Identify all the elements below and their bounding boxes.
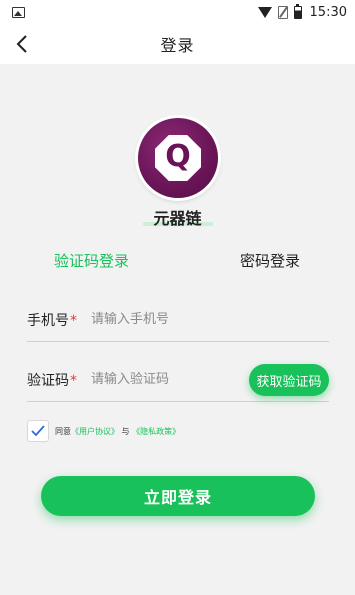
- logo-octagon: Q: [155, 135, 201, 181]
- code-label: 验证码*: [27, 370, 91, 390]
- get-code-button[interactable]: 获取验证码: [249, 364, 329, 396]
- wifi-icon: [257, 6, 272, 18]
- page-title: 登录: [160, 36, 195, 55]
- image-icon: [12, 6, 25, 18]
- status-bar: 15:30: [0, 0, 355, 24]
- sim-icon: [277, 5, 288, 19]
- agreement-checkbox[interactable]: [27, 420, 49, 442]
- required-mark: *: [70, 372, 77, 389]
- tab-sms-login[interactable]: 验证码登录: [54, 250, 129, 271]
- logo-circle: Q: [138, 118, 218, 198]
- tab-password-login[interactable]: 密码登录: [240, 250, 300, 271]
- phone-label: 手机号*: [27, 310, 91, 330]
- code-field-row: 验证码* 获取验证码: [27, 358, 329, 402]
- login-button[interactable]: 立即登录: [41, 476, 315, 516]
- agreement-prefix: 同意: [55, 426, 71, 436]
- logo-letter: Q: [165, 139, 191, 174]
- battery-icon: [293, 3, 302, 19]
- agreement-text: 同意《用户协议》 与 《隐私政策》: [55, 426, 180, 437]
- code-label-text: 验证码: [27, 372, 69, 389]
- back-button[interactable]: [10, 32, 34, 56]
- user-agreement-link[interactable]: 《用户协议》: [71, 427, 119, 436]
- check-icon: [31, 425, 45, 437]
- app-name: 元器链: [153, 209, 202, 228]
- agreement-row: 同意《用户协议》 与 《隐私政策》: [27, 419, 180, 443]
- phone-field-row: 手机号*: [27, 298, 329, 342]
- required-mark: *: [70, 312, 77, 329]
- status-time: 15:30: [309, 4, 347, 20]
- privacy-policy-link[interactable]: 《隐私政策》: [132, 427, 180, 436]
- phone-input[interactable]: [91, 304, 329, 335]
- chevron-left-icon: [16, 35, 27, 53]
- app-logo: Q: [138, 118, 218, 198]
- phone-label-text: 手机号: [27, 312, 69, 329]
- agreement-joiner: 与: [121, 426, 130, 436]
- nav-bar: 登录: [0, 24, 355, 64]
